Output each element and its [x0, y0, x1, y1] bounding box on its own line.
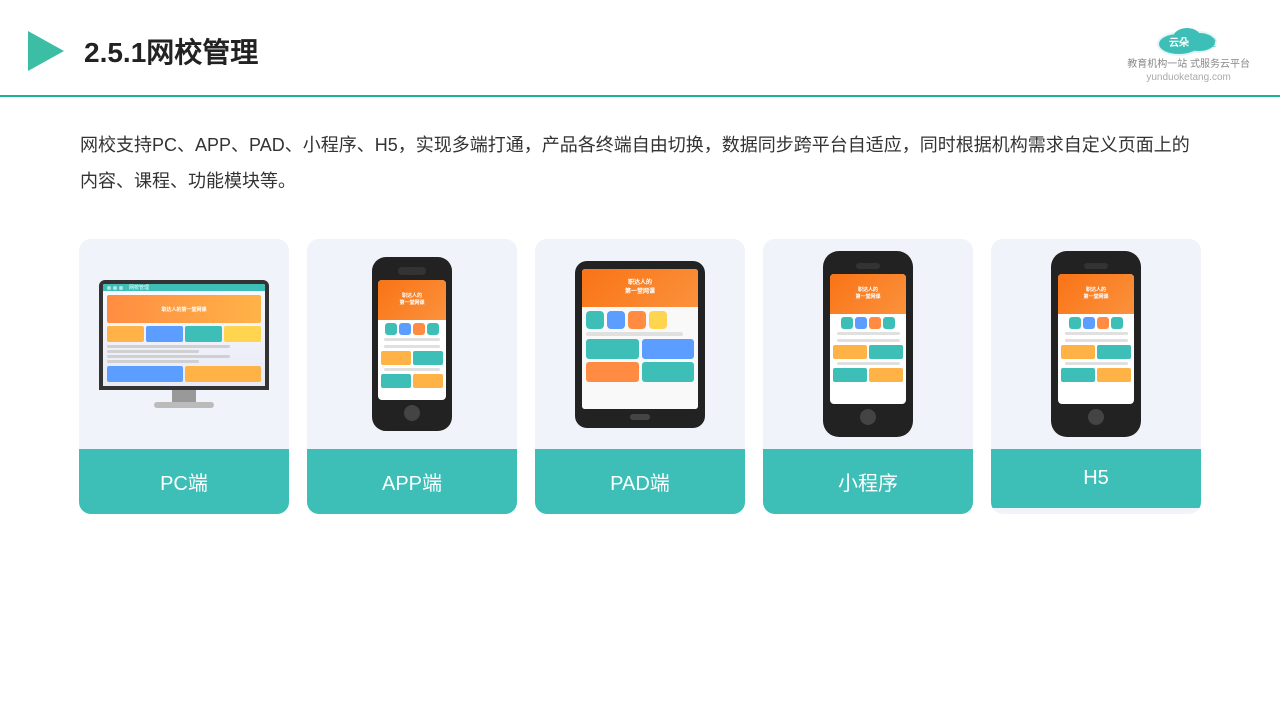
play-icon — [20, 27, 68, 75]
card-pc-image: 网校管理 职达人的第一堂网课 — [79, 239, 289, 449]
tablet-device: 职达人的第一堂网课 — [575, 261, 705, 428]
card-miniapp-label: 小程序 — [763, 449, 973, 514]
phone-device-miniapp: 职达人的第一堂网课 — [823, 251, 913, 437]
card-pad: 职达人的第一堂网课 — [535, 239, 745, 514]
logo-area: 云朵 课堂 教育机构一站 式服务云平台 yunduoketang.com — [1127, 18, 1250, 83]
card-pc-label: PC端 — [79, 449, 289, 514]
page-header: 2.5.1网校管理 云朵 课堂 教育机构一站 式服务云平台 yunduoketa… — [0, 0, 1280, 97]
card-miniapp: 职达人的第一堂网课 — [763, 239, 973, 514]
monitor-device: 网校管理 职达人的第一堂网课 — [99, 280, 269, 408]
card-h5-label: H5 — [991, 449, 1201, 508]
card-app-label: APP端 — [307, 449, 517, 514]
phone-device-h5: 职达人的第一堂网课 — [1051, 251, 1141, 437]
phone-device-app: 职达人的第一堂网课 — [372, 257, 452, 431]
card-app-image: 职达人的第一堂网课 — [307, 239, 517, 449]
header-left: 2.5.1网校管理 — [20, 27, 258, 75]
card-pc: 网校管理 职达人的第一堂网课 — [79, 239, 289, 514]
card-h5: 职达人的第一堂网课 — [991, 239, 1201, 514]
description-text: 网校支持PC、APP、PAD、小程序、H5，实现多端打通，产品各终端自由切换，数… — [0, 97, 1280, 209]
logo-subtitle: 教育机构一站 式服务云平台 — [1127, 58, 1250, 72]
svg-text:云朵: 云朵 — [1169, 37, 1189, 49]
svg-text:课堂: 课堂 — [1198, 37, 1216, 48]
platform-cards: 网校管理 职达人的第一堂网课 — [0, 209, 1280, 544]
card-pad-label: PAD端 — [535, 449, 745, 514]
card-app: 职达人的第一堂网课 — [307, 239, 517, 514]
card-h5-image: 职达人的第一堂网课 — [991, 239, 1201, 449]
logo-icon: 云朵 课堂 — [1149, 18, 1229, 58]
card-pad-image: 职达人的第一堂网课 — [535, 239, 745, 449]
card-miniapp-image: 职达人的第一堂网课 — [763, 239, 973, 449]
page-title: 2.5.1网校管理 — [84, 31, 258, 71]
logo-url: yunduoketang.com — [1146, 72, 1231, 83]
